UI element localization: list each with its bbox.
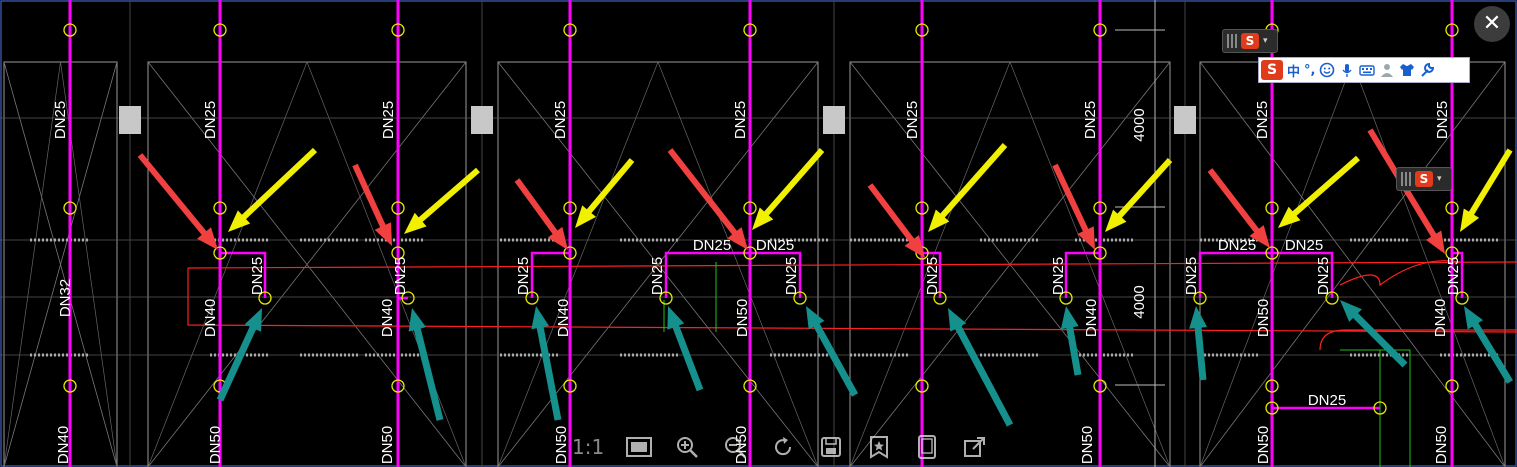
label-dn25: DN25 [1183,257,1200,295]
label-dn50: DN50 [1255,426,1272,464]
zoom-out-icon[interactable] [720,432,750,462]
label-dn25: DN25 [1445,257,1462,295]
microphone-icon[interactable] [1339,62,1355,78]
viewer-toolbar: 1:1 [572,430,990,464]
label-dn32: DN32 [57,279,74,317]
drag-grip-icon[interactable] [1401,172,1411,186]
user-icon[interactable] [1379,62,1395,78]
label-dn40: DN40 [379,299,396,337]
label-dn25: DN25 [693,237,731,254]
label-dn50: DN50 [207,426,224,464]
settings-wrench-icon[interactable] [1419,62,1435,78]
sogou-logo-icon: S [1241,33,1259,49]
device-preview-icon[interactable] [912,432,942,462]
ime-mini-toolbar[interactable]: S ▾ [1222,29,1278,53]
label-dn25: DN25 [249,257,266,295]
close-button[interactable]: ✕ [1474,6,1510,42]
label-dn25: DN25 [732,101,749,139]
bookmark-star-icon[interactable] [864,432,894,462]
drag-grip-icon[interactable] [1227,34,1237,48]
sogou-logo-icon[interactable]: S [1261,60,1283,80]
label-dn25: DN25 [1082,101,1099,139]
column-block [471,106,493,134]
label-dn40: DN40 [55,426,72,464]
close-icon: ✕ [1482,11,1502,36]
fit-screen-icon[interactable] [624,432,654,462]
label-dn25: DN25 [1315,257,1332,295]
ime-mini-toolbar-2[interactable]: S ▾ [1396,167,1452,191]
column-block [119,106,141,134]
label-dn25: DN25 [1434,101,1451,139]
label-dn25: DN25 [1285,237,1323,254]
label-dn50: DN50 [553,426,570,464]
label-dn25: DN25 [924,257,941,295]
ime-punctuation[interactable]: °, [1304,63,1315,78]
label-dn25: DN25 [392,257,409,295]
skin-shirt-icon[interactable] [1399,62,1415,78]
caret-icon[interactable]: ▾ [1263,36,1268,46]
rotate-icon[interactable] [768,432,798,462]
ime-status-bar[interactable]: S 中 °, [1258,57,1470,83]
keyboard-icon[interactable] [1359,62,1376,78]
column-block [1174,106,1196,134]
label-dn25: DN25 [649,257,666,295]
label-dn50: DN50 [379,426,396,464]
label-dn25: DN25 [756,237,794,254]
label-dn40: DN40 [1083,299,1100,337]
emoji-icon[interactable] [1319,62,1335,78]
label-dimension-4000: 4000 [1131,285,1148,318]
label-dn40: DN40 [1432,299,1449,337]
label-dn25: DN25 [1308,392,1346,409]
label-dn40: DN40 [555,299,572,337]
zoom-in-icon[interactable] [672,432,702,462]
label-dn50: DN50 [1255,299,1272,337]
label-dn25: DN25 [1050,257,1067,295]
label-dn50: DN50 [1433,426,1450,464]
label-dn25: DN25 [1218,237,1256,254]
label-dn50: DN50 [734,299,751,337]
label-dimension-4000: 4000 [1131,108,1148,141]
ime-mode-chinese[interactable]: 中 [1287,61,1300,80]
zoom-actual-size-button[interactable]: 1:1 [572,435,606,459]
label-dn25: DN25 [783,257,800,295]
label-dn25: DN25 [380,101,397,139]
column-block [823,106,845,134]
label-dn50: DN50 [1079,426,1096,464]
save-icon[interactable] [816,432,846,462]
label-dn25: DN25 [904,101,921,139]
label-dn25: DN25 [52,101,69,139]
label-dn25: DN25 [552,101,569,139]
label-dn40: DN40 [202,299,219,337]
share-export-icon[interactable] [960,432,990,462]
sogou-logo-icon: S [1415,171,1433,187]
caret-icon[interactable]: ▾ [1437,174,1442,184]
label-dn25: DN25 [202,101,219,139]
label-dn25: DN25 [1254,101,1271,139]
label-dn25: DN25 [515,257,532,295]
